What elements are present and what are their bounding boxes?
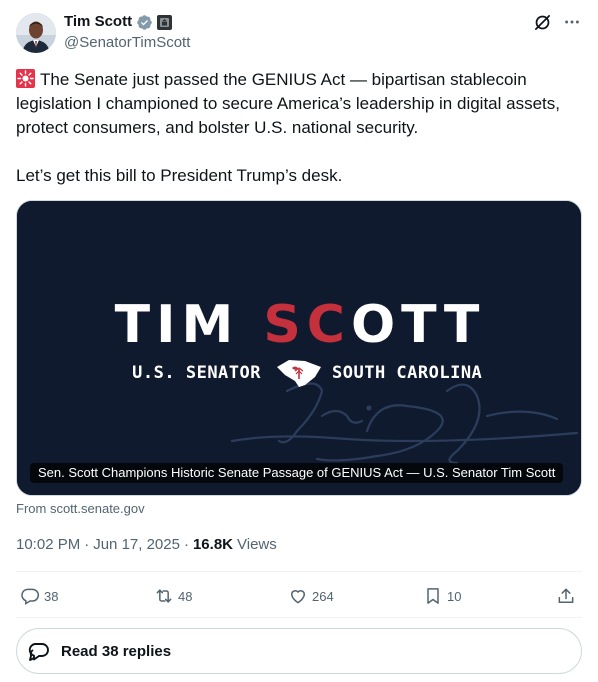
repost-count: 48 — [178, 588, 193, 604]
reply-button[interactable]: 38 — [20, 584, 58, 608]
repost-button[interactable]: 48 — [154, 584, 192, 608]
brand-name-part2: SC — [263, 295, 351, 355]
views-count: 16.8K — [192, 536, 233, 553]
police-light-emoji-icon — [16, 69, 35, 88]
avatar-image — [16, 13, 56, 53]
card-caption[interactable]: Sen. Scott Champions Historic Senate Pas… — [30, 463, 564, 483]
share-button[interactable] — [556, 584, 576, 608]
tweet-time[interactable]: 10:02 PM — [16, 535, 80, 555]
tweet-text: The Senate just passed the GENIUS Act — … — [16, 68, 582, 188]
divider — [16, 617, 582, 618]
card-source[interactable]: From scott.senate.gov — [16, 500, 145, 518]
tweet-meta: 10:02 PM · Jun 17, 2025 · 16.8K Views — [16, 535, 277, 555]
like-count: 264 — [312, 588, 334, 604]
more-icon[interactable] — [562, 12, 582, 32]
avatar[interactable] — [16, 13, 56, 53]
verified-badge-icon[interactable] — [136, 14, 153, 31]
meta-separator: · — [84, 536, 90, 553]
card-brand-name: TIM SCOTT — [17, 295, 581, 355]
grok-icon[interactable] — [532, 12, 552, 32]
divider — [16, 571, 582, 572]
author-names: Tim Scott @SenatorTimScott — [64, 12, 190, 53]
tweet-text-content: The Senate just passed the GENIUS Act — … — [16, 70, 560, 185]
government-badge-icon[interactable] — [157, 14, 173, 30]
south-carolina-state-icon — [275, 357, 323, 389]
repost-icon — [156, 589, 172, 603]
tweet-header: Tim Scott @SenatorTimScott — [16, 12, 582, 56]
bookmark-button[interactable]: 10 — [423, 584, 461, 608]
display-name[interactable]: Tim Scott — [64, 12, 132, 32]
reply-count: 38 — [44, 588, 59, 604]
reply-icon — [21, 588, 40, 605]
views-label: Views — [237, 536, 277, 553]
tweet-date[interactable]: Jun 17, 2025 — [93, 535, 180, 555]
author-handle[interactable]: @SenatorTimScott — [64, 33, 190, 53]
brand-name-part1: TIM — [114, 295, 264, 355]
read-replies-button[interactable]: Read 38 replies — [16, 628, 582, 674]
share-icon — [558, 588, 574, 603]
top-actions — [532, 12, 582, 32]
heart-icon — [290, 590, 306, 604]
brand-name-part3: OTT — [350, 295, 486, 355]
replies-bubble-icon — [28, 643, 49, 661]
bookmark-count: 10 — [447, 588, 462, 604]
like-button[interactable]: 264 — [288, 584, 334, 608]
read-replies-label: Read 38 replies — [61, 642, 172, 660]
link-card[interactable]: TIM SCOTT U.S. SENATOR SOUTH CAROLINA Se… — [16, 200, 582, 496]
action-bar: 38 48 264 10 — [16, 584, 582, 608]
meta-separator: · — [183, 536, 189, 553]
card-subtitle-right: SOUTH CAROLINA — [332, 363, 483, 383]
bookmark-icon — [427, 588, 439, 604]
card-subtitle-left: U.S. SENATOR — [132, 363, 261, 383]
